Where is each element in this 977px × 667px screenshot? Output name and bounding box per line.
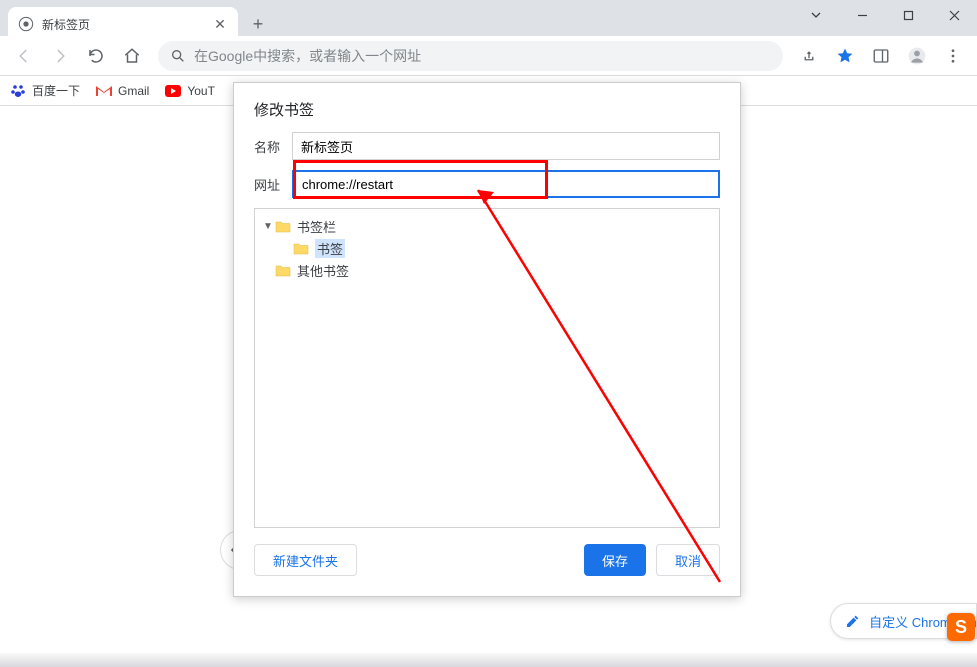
bookmark-label: 百度一下 — [32, 82, 80, 99]
omnibox[interactable]: 在Google中搜索，或者输入一个网址 — [158, 41, 783, 71]
chevron-down-icon[interactable] — [793, 0, 839, 30]
home-button[interactable] — [116, 40, 148, 72]
tree-collapse-icon[interactable]: ▼ — [261, 221, 275, 232]
close-icon[interactable]: ✕ — [212, 16, 228, 32]
decorative-edge — [0, 653, 977, 667]
omnibox-placeholder: 在Google中搜索，或者输入一个网址 — [194, 46, 771, 66]
chrome-icon — [18, 16, 34, 32]
url-input[interactable] — [292, 170, 720, 198]
edit-bookmark-dialog: 修改书签 名称 网址 ▼ 书签栏 书签 其他书签 新建文件夹 — [233, 82, 741, 597]
forward-button[interactable] — [44, 40, 76, 72]
bookmark-star-icon[interactable] — [829, 40, 861, 72]
toolbar: 在Google中搜索，或者输入一个网址 — [0, 36, 977, 76]
pencil-icon — [845, 613, 861, 629]
name-label: 名称 — [254, 137, 292, 156]
youtube-icon — [165, 83, 181, 99]
window-titlebar: 新标签页 ✕ + — [0, 0, 977, 36]
minimize-button[interactable] — [839, 0, 885, 30]
tree-label: 其他书签 — [297, 261, 349, 280]
sogou-ime-icon: S — [947, 613, 975, 641]
bookmark-item-gmail[interactable]: Gmail — [96, 83, 149, 99]
search-icon — [170, 48, 186, 64]
bookmark-item-youtube[interactable]: YouT — [165, 83, 215, 99]
new-folder-button[interactable]: 新建文件夹 — [254, 544, 357, 576]
folder-icon — [293, 242, 309, 255]
menu-icon[interactable] — [937, 40, 969, 72]
cancel-button[interactable]: 取消 — [656, 544, 720, 576]
tree-node-other-bookmarks[interactable]: 其他书签 — [255, 259, 719, 281]
side-panel-icon[interactable] — [865, 40, 897, 72]
new-tab-button[interactable]: + — [244, 10, 272, 38]
gmail-icon — [96, 83, 112, 99]
bookmark-label: Gmail — [118, 84, 149, 98]
reload-button[interactable] — [80, 40, 112, 72]
profile-avatar-icon[interactable] — [901, 40, 933, 72]
maximize-button[interactable] — [885, 0, 931, 30]
back-button[interactable] — [8, 40, 40, 72]
url-label: 网址 — [254, 175, 292, 194]
name-input[interactable] — [292, 132, 720, 160]
window-controls — [793, 0, 977, 30]
dialog-title: 修改书签 — [234, 83, 740, 132]
share-icon[interactable] — [793, 40, 825, 72]
baidu-icon — [10, 83, 26, 99]
save-button[interactable]: 保存 — [584, 544, 646, 576]
tree-node-bookmarks-bar[interactable]: ▼ 书签栏 — [255, 215, 719, 237]
tab-title: 新标签页 — [42, 16, 204, 33]
folder-icon — [275, 220, 291, 233]
close-window-button[interactable] — [931, 0, 977, 30]
tree-node-bookmarks-child[interactable]: 书签 — [255, 237, 719, 259]
browser-tab[interactable]: 新标签页 ✕ — [8, 7, 238, 41]
tree-label: 书签 — [315, 239, 345, 258]
customize-label: 自定义 Chrome — [869, 612, 958, 631]
folder-icon — [275, 264, 291, 277]
bookmark-label: YouT — [187, 84, 215, 98]
folder-tree[interactable]: ▼ 书签栏 书签 其他书签 — [254, 208, 720, 528]
ime-indicator[interactable]: S — [947, 613, 975, 641]
bookmark-item-baidu[interactable]: 百度一下 — [10, 82, 80, 99]
tree-label: 书签栏 — [297, 217, 336, 236]
